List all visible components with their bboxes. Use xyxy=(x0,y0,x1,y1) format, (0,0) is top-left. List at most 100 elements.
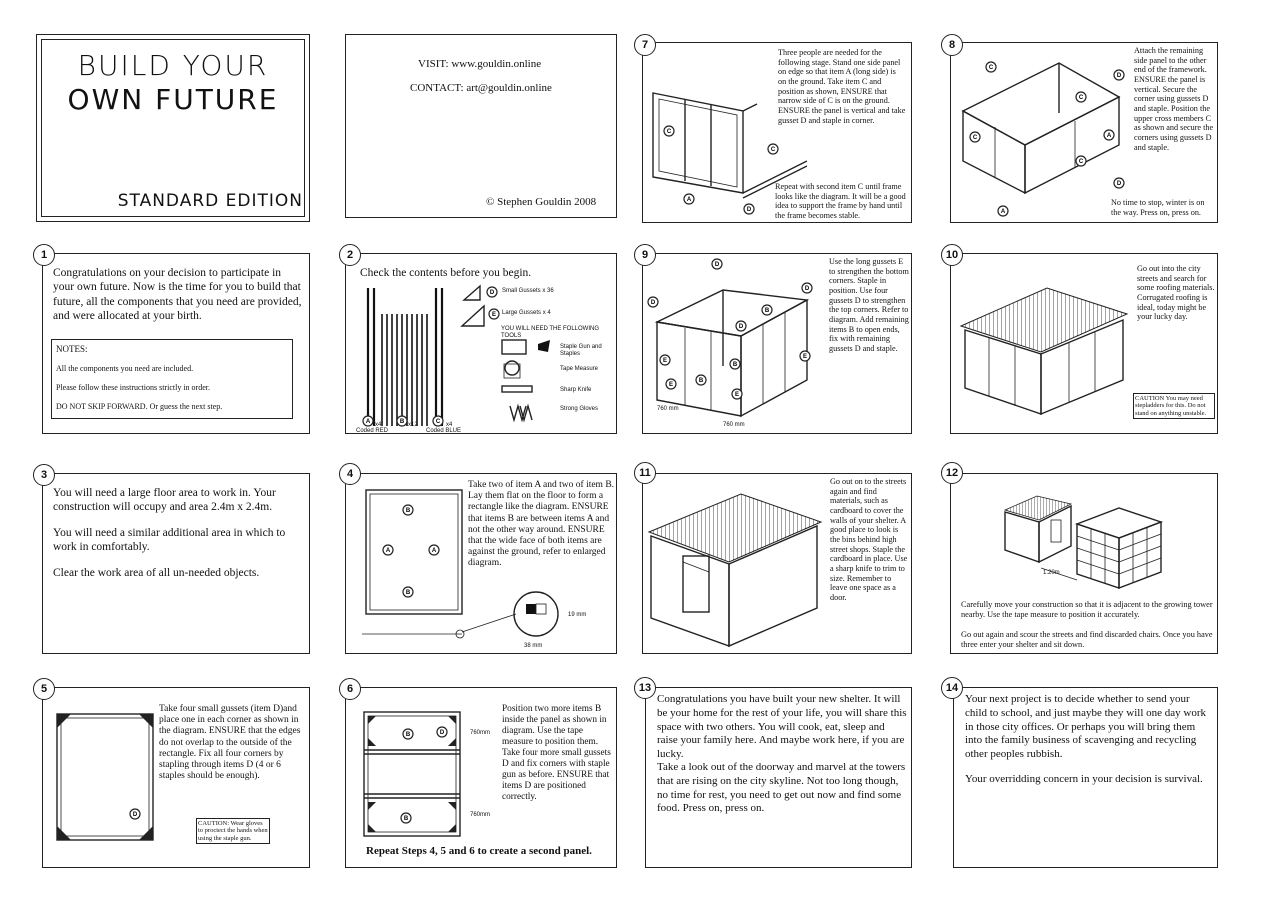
copyright: © Stephen Gouldin 2008 xyxy=(486,196,597,208)
step-9-text: Use the long gussets E to strengthen the… xyxy=(829,257,909,354)
note-1: All the components you need are included… xyxy=(56,364,194,373)
step-6-number: 6 xyxy=(339,678,361,700)
step-14-p1: Your next project is to decide whether t… xyxy=(965,693,1207,760)
step-11-panel: Go out on to the streets again and find … xyxy=(642,473,912,654)
staple-gun-icon xyxy=(501,339,527,355)
step-8-panel: C D C C A C D A Attach the remaining sid… xyxy=(950,42,1218,223)
step-13-text2: Take a look out of the doorway and marve… xyxy=(657,761,906,815)
gloves-icon xyxy=(509,403,533,423)
step-5-panel: D Take four small gussets (item D)and pl… xyxy=(42,687,310,868)
step-4-number: 4 xyxy=(339,463,361,485)
step-13-number: 13 xyxy=(634,677,656,699)
step-9-number: 9 xyxy=(634,244,656,266)
svg-text:A: A xyxy=(1107,133,1112,139)
count-b: x12 xyxy=(408,422,418,428)
step-1-number: 1 xyxy=(33,244,55,266)
tools-title: YOU WILL NEED THE FOLLOWING TOOLS xyxy=(501,326,600,339)
cover-edition: STANDARD EDITION xyxy=(117,191,303,211)
visit-url: VISIT: www.gouldin.online xyxy=(418,58,542,70)
tool-4: Strong Gloves xyxy=(560,406,599,412)
tape-measure-icon xyxy=(504,360,520,376)
step-14-panel: Your next project is to decide whether t… xyxy=(953,687,1218,868)
svg-text:C: C xyxy=(989,65,994,71)
svg-text:B: B xyxy=(406,508,411,514)
step-14-p2: Your overridding concern in your decisio… xyxy=(965,773,1203,785)
step-6-panel: B D B 760mm 760mm Position two more item… xyxy=(345,687,617,868)
svg-text:E: E xyxy=(735,392,739,398)
step-2-number: 2 xyxy=(339,244,361,266)
step-9-panel: D D D B D E E B B E E 760 mm 760 mm Use … xyxy=(642,253,912,434)
step-3-p3: Clear the work area of all un-needed obj… xyxy=(53,567,260,579)
notes-box: NOTES: All the components you need are i… xyxy=(51,339,293,419)
svg-text:D: D xyxy=(440,730,445,736)
step-2-panel: Check the contents before you begin. A B… xyxy=(345,253,617,434)
svg-text:C: C xyxy=(1079,159,1084,165)
step-5-number: 5 xyxy=(33,678,55,700)
contact-panel: VISIT: www.gouldin.online CONTACT: art@g… xyxy=(345,34,617,218)
cover-title-line2: OWN FUTURE xyxy=(67,83,279,116)
door-opening xyxy=(682,555,710,613)
gusset-d-label: Small Gussets x 36 xyxy=(502,288,554,294)
svg-text:D: D xyxy=(1117,181,1122,187)
step-12-number: 12 xyxy=(941,462,963,484)
svg-text:B: B xyxy=(406,732,411,738)
svg-text:D: D xyxy=(747,207,752,213)
svg-text:B: B xyxy=(400,419,405,425)
step-1-panel: Congratulations on your decision to part… xyxy=(42,253,310,434)
step-6-repeat: Repeat Steps 4, 5 and 6 to create a seco… xyxy=(366,845,592,857)
tool-3: Sharp Knife xyxy=(560,387,592,393)
staples-icon xyxy=(538,340,550,352)
svg-text:B: B xyxy=(765,308,770,314)
svg-text:E: E xyxy=(663,358,667,364)
svg-text:C: C xyxy=(436,419,441,425)
step-6-text: Position two more items B inside the pan… xyxy=(502,704,611,802)
step-7-number: 7 xyxy=(634,34,656,56)
step-14-number: 14 xyxy=(941,677,963,699)
svg-text:D: D xyxy=(1117,73,1122,79)
svg-text:B: B xyxy=(733,362,738,368)
dim-38mm: 38 mm xyxy=(524,643,543,649)
step-8-text2: No time to stop, winter is on the way. P… xyxy=(1111,198,1205,217)
step-6-dim-bottom: 760mm xyxy=(470,812,491,818)
svg-text:A: A xyxy=(386,548,391,554)
step-5-caution: CAUTION: Wear gloves to proctect the han… xyxy=(196,818,270,845)
step-12-diagram xyxy=(1003,495,1164,590)
step-3-p1: You will need a large floor area to work… xyxy=(53,487,276,514)
step-7-text: Three people are needed for the followin… xyxy=(778,48,906,125)
svg-text:D: D xyxy=(715,262,720,268)
tools-diagram: D E xyxy=(460,284,550,423)
step-13-text: Congratulations you have built your new … xyxy=(657,693,907,760)
svg-text:D: D xyxy=(805,286,810,292)
svg-text:B: B xyxy=(404,816,409,822)
svg-text:D: D xyxy=(490,290,495,296)
gusset-e-label: Large Gussets x 4 xyxy=(502,310,551,316)
step-8-diagram: C D C C A C D A xyxy=(961,61,1125,217)
svg-text:D: D xyxy=(739,324,744,330)
step-13-panel: Congratulations you have built your new … xyxy=(645,687,912,868)
step-3-panel: You will need a large floor area to work… xyxy=(42,473,310,654)
step-10-text: Go out into the city streets and search … xyxy=(1137,264,1215,322)
step-11-number: 11 xyxy=(634,462,656,484)
step-4-text: Take two of item A and two of item B. La… xyxy=(468,480,615,569)
tool-2: Tape Measure xyxy=(560,366,599,372)
notes-title: NOTES: xyxy=(56,344,88,354)
step-9-dim-left: 760 mm xyxy=(657,406,679,412)
svg-text:A: A xyxy=(687,197,692,203)
svg-text:C: C xyxy=(771,147,776,153)
step-10-panel: Go out into the city streets and search … xyxy=(950,253,1218,434)
step-12-text: Carefully move your construction so that… xyxy=(961,600,1213,619)
contact-email: CONTACT: art@gouldin.online xyxy=(410,82,552,94)
step-8-number: 8 xyxy=(941,34,963,56)
step-3-p2: You will need a similar additional area … xyxy=(53,527,286,554)
step-9-dim-bottom: 760 mm xyxy=(723,422,745,428)
step-1-text: Congratulations on your decision to part… xyxy=(53,267,302,323)
step-7-panel: C C A D Three people are needed for the … xyxy=(642,42,912,223)
cover-title-line1: BUILD YOUR xyxy=(77,49,269,82)
step-10-diagram xyxy=(959,287,1129,416)
step-12-dim: 1.20m xyxy=(1043,570,1060,576)
step-5-diagram: D xyxy=(56,713,154,841)
knife-icon xyxy=(501,385,533,393)
svg-text:C: C xyxy=(1079,95,1084,101)
cover-panel: BUILD YOUR OWN FUTURE STANDARD EDITION xyxy=(36,34,310,222)
svg-text:A: A xyxy=(432,548,437,554)
